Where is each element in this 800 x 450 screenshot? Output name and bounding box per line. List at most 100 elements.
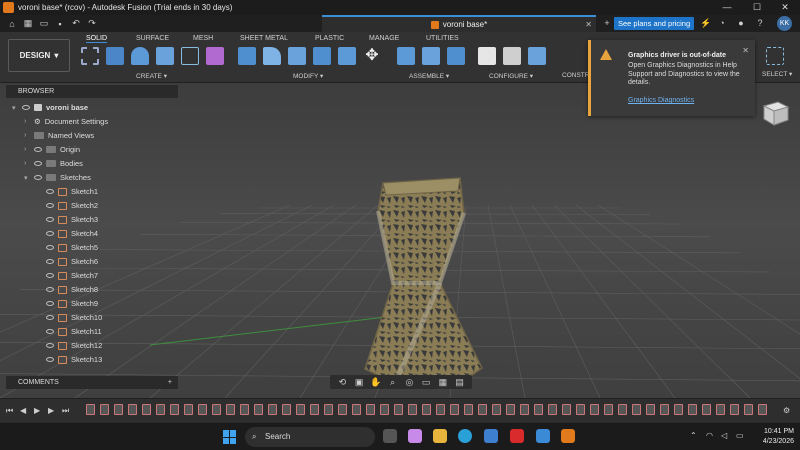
timeline-feature-sketch-icon[interactable]	[758, 404, 767, 415]
display-settings-icon[interactable]: ▭	[418, 375, 434, 389]
home-icon[interactable]: ⌂	[4, 17, 20, 31]
chevron-down-icon[interactable]: ▾	[12, 104, 18, 112]
timeline-feature-sketch-icon[interactable]	[716, 404, 725, 415]
store-icon[interactable]	[484, 429, 498, 443]
visibility-eye-icon[interactable]	[46, 203, 54, 208]
zoom-icon[interactable]: ⌕	[385, 375, 401, 389]
chevron-right-icon[interactable]: ›	[24, 160, 30, 167]
combine-icon[interactable]	[338, 47, 356, 65]
timeline-feature-sketch-icon[interactable]	[240, 404, 249, 415]
visibility-eye-icon[interactable]	[46, 301, 54, 306]
save-icon[interactable]: ▪	[52, 17, 68, 31]
timeline-feature-sketch-icon[interactable]	[324, 404, 333, 415]
tab-manage[interactable]: MANAGE	[369, 35, 399, 42]
move-icon[interactable]: ✥	[363, 47, 381, 65]
document-tab-close-button[interactable]: ✕	[585, 20, 592, 29]
browser-item-sketch[interactable]: Sketch2	[46, 199, 98, 212]
browser-item-sketch[interactable]: Sketch12	[46, 339, 102, 352]
timeline-feature-sketch-icon[interactable]	[422, 404, 431, 415]
file-explorer-icon[interactable]	[433, 429, 447, 443]
as-built-joint-icon[interactable]	[447, 47, 465, 65]
browser-root[interactable]: ▾ voroni base	[12, 101, 88, 114]
orbit-icon[interactable]: ⟲	[334, 375, 350, 389]
hole-icon[interactable]	[156, 47, 174, 65]
fillet-icon[interactable]	[263, 47, 281, 65]
visibility-eye-icon[interactable]	[46, 231, 54, 236]
chevron-right-icon[interactable]: ›	[24, 146, 30, 153]
timeline-feature-sketch-icon[interactable]	[660, 404, 669, 415]
task-view-icon[interactable]	[383, 429, 397, 443]
chevron-right-icon[interactable]: ›	[24, 132, 30, 139]
visibility-eye-icon[interactable]	[46, 245, 54, 250]
timeline-feature-sketch-icon[interactable]	[408, 404, 417, 415]
help-icon[interactable]: ?	[752, 16, 768, 30]
configure-icon[interactable]	[478, 47, 496, 65]
browser-item-sketch[interactable]: Sketch11	[46, 325, 102, 338]
volume-icon[interactable]: ◁	[721, 431, 727, 440]
timeline-feature-sketch-icon[interactable]	[632, 404, 641, 415]
timeline-feature-sketch-icon[interactable]	[282, 404, 291, 415]
visibility-eye-icon[interactable]	[46, 343, 54, 348]
timeline-settings-icon[interactable]: ⚙	[783, 406, 790, 415]
timeline-feature-sketch-icon[interactable]	[114, 404, 123, 415]
step-back-icon[interactable]: ◀	[20, 406, 26, 415]
timeline-feature-sketch-icon[interactable]	[394, 404, 403, 415]
visibility-eye-icon[interactable]	[46, 329, 54, 334]
plans-pricing-button[interactable]: See plans and pricing	[614, 17, 695, 30]
edge-icon[interactable]	[458, 429, 472, 443]
go-to-end-icon[interactable]: ⏭	[62, 406, 69, 416]
shell-icon[interactable]	[313, 47, 331, 65]
timeline-feature-sketch-icon[interactable]	[142, 404, 151, 415]
timeline-feature-sketch-icon[interactable]	[576, 404, 585, 415]
timeline-feature-sketch-icon[interactable]	[198, 404, 207, 415]
create-sketch-icon[interactable]	[81, 47, 99, 65]
timeline-feature-sketch-icon[interactable]	[100, 404, 109, 415]
go-to-start-icon[interactable]: ⏮	[6, 406, 13, 416]
visibility-eye-icon[interactable]	[34, 161, 42, 166]
timeline-feature-sketch-icon[interactable]	[86, 404, 95, 415]
timeline-feature-sketch-icon[interactable]	[674, 404, 683, 415]
timeline-feature-sketch-icon[interactable]	[590, 404, 599, 415]
timeline-feature-sketch-icon[interactable]	[352, 404, 361, 415]
visibility-eye-icon[interactable]	[46, 189, 54, 194]
timeline-feature-sketch-icon[interactable]	[506, 404, 515, 415]
copilot-icon[interactable]	[408, 429, 422, 443]
visibility-eye-icon[interactable]	[34, 147, 42, 152]
youtube-icon[interactable]	[510, 429, 524, 443]
timeline-feature-sketch-icon[interactable]	[520, 404, 529, 415]
group-modify[interactable]: MODIFY ▾	[293, 72, 323, 80]
browser-item-sketch[interactable]: Sketch9	[46, 297, 98, 310]
visibility-eye-icon[interactable]	[46, 315, 54, 320]
browser-item-sketch[interactable]: Sketch1	[46, 185, 98, 198]
browser-item-sketch[interactable]: Sketch7	[46, 269, 98, 282]
browser-item-origin[interactable]: › Origin	[24, 143, 80, 156]
maximize-button[interactable]: ☐	[742, 0, 772, 15]
timeline-feature-sketch-icon[interactable]	[618, 404, 627, 415]
parameters-icon[interactable]	[528, 47, 546, 65]
timeline-feature-sketch-icon[interactable]	[548, 404, 557, 415]
timeline-feature-sketch-icon[interactable]	[702, 404, 711, 415]
step-forward-icon[interactable]: ▶	[48, 406, 54, 415]
timeline-feature-sketch-icon[interactable]	[170, 404, 179, 415]
user-avatar[interactable]: KK	[777, 16, 792, 31]
chevron-down-icon[interactable]: ▾	[24, 174, 30, 182]
browser-item-sketch[interactable]: Sketch13	[46, 353, 102, 366]
visibility-eye-icon[interactable]	[46, 287, 54, 292]
document-tab[interactable]: voroni base* ✕	[322, 15, 596, 32]
grid-settings-icon[interactable]: ▦	[435, 375, 451, 389]
chevron-right-icon[interactable]: ›	[24, 118, 30, 125]
visibility-eye-icon[interactable]	[22, 105, 30, 110]
undo-icon[interactable]: ↶	[68, 17, 84, 31]
timeline-feature-sketch-icon[interactable]	[744, 404, 753, 415]
browser-item-sketch[interactable]: Sketch8	[46, 283, 98, 296]
close-button[interactable]: ✕	[770, 0, 800, 15]
notifications-icon[interactable]: ●	[733, 16, 749, 30]
timeline-feature-sketch-icon[interactable]	[226, 404, 235, 415]
chamfer-icon[interactable]	[288, 47, 306, 65]
form-icon[interactable]	[206, 47, 224, 65]
browser-item-sketch[interactable]: Sketch5	[46, 241, 98, 254]
browser-item-named-views[interactable]: › Named Views	[24, 129, 94, 142]
browser-item-bodies[interactable]: › Bodies	[24, 157, 83, 170]
viewcube[interactable]	[760, 98, 790, 126]
tab-solid[interactable]: SOLID	[86, 35, 108, 43]
